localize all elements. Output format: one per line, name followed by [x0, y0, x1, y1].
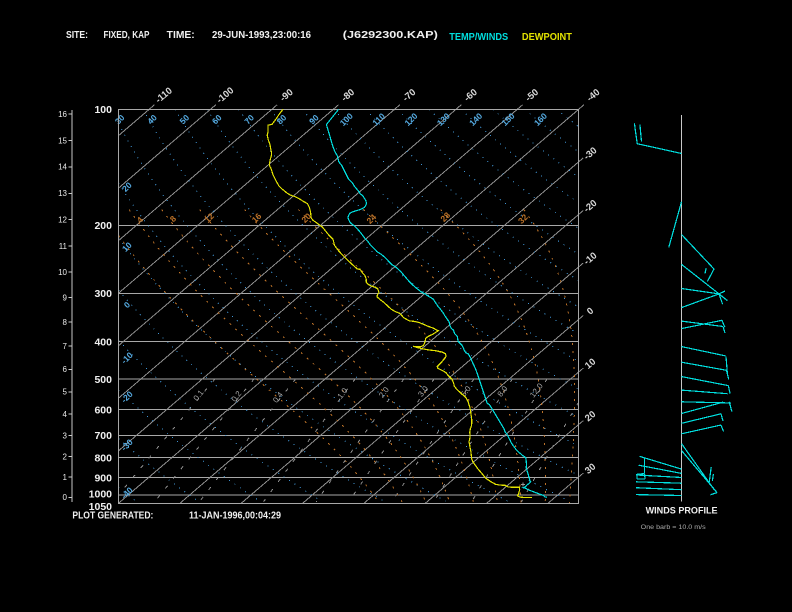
svg-text:100: 100: [94, 104, 112, 116]
svg-text:0: 0: [63, 493, 68, 502]
svg-text:SITE:: SITE:: [66, 30, 88, 41]
svg-text:8: 8: [63, 318, 68, 327]
svg-text:7: 7: [63, 342, 68, 351]
svg-text:2: 2: [63, 453, 68, 462]
svg-text:900: 900: [94, 472, 112, 484]
svg-text:WINDS PROFILE: WINDS PROFILE: [646, 506, 718, 517]
svg-text:600: 600: [94, 404, 112, 416]
svg-text:10: 10: [58, 268, 67, 277]
svg-text:15: 15: [58, 136, 67, 145]
svg-text:4: 4: [63, 410, 68, 419]
svg-text:12: 12: [58, 216, 67, 225]
svg-text:11: 11: [59, 242, 68, 251]
svg-text:PLOT GENERATED:: PLOT GENERATED:: [72, 510, 153, 521]
svg-text:400: 400: [94, 336, 112, 348]
svg-text:800: 800: [94, 453, 112, 465]
svg-text:13: 13: [58, 189, 67, 198]
svg-text:1000: 1000: [89, 489, 113, 501]
svg-text:DEWPOINT: DEWPOINT: [522, 32, 572, 43]
svg-text:TEMP/WINDS: TEMP/WINDS: [449, 32, 508, 43]
svg-text:700: 700: [94, 430, 112, 442]
svg-text:FIXED, KAP: FIXED, KAP: [104, 30, 150, 41]
svg-text:5: 5: [63, 388, 68, 397]
svg-text:14: 14: [58, 163, 67, 172]
svg-text:300: 300: [94, 288, 112, 300]
svg-text:500: 500: [94, 374, 112, 386]
svg-text:One barb = 10.0 m/s: One barb = 10.0 m/s: [641, 524, 707, 531]
svg-text:3: 3: [63, 431, 68, 440]
svg-text:(J6292300.KAP): (J6292300.KAP): [343, 30, 438, 41]
svg-text:6: 6: [63, 365, 68, 374]
svg-text:16: 16: [58, 110, 67, 119]
svg-text:TIME:: TIME:: [167, 30, 195, 41]
svg-text:9: 9: [63, 293, 68, 302]
svg-text:29-JUN-1993,23:00:16: 29-JUN-1993,23:00:16: [212, 30, 311, 41]
svg-text:1: 1: [63, 473, 68, 482]
svg-text:200: 200: [94, 220, 112, 232]
svg-text:11-JAN-1996,00:04:29: 11-JAN-1996,00:04:29: [189, 510, 281, 521]
